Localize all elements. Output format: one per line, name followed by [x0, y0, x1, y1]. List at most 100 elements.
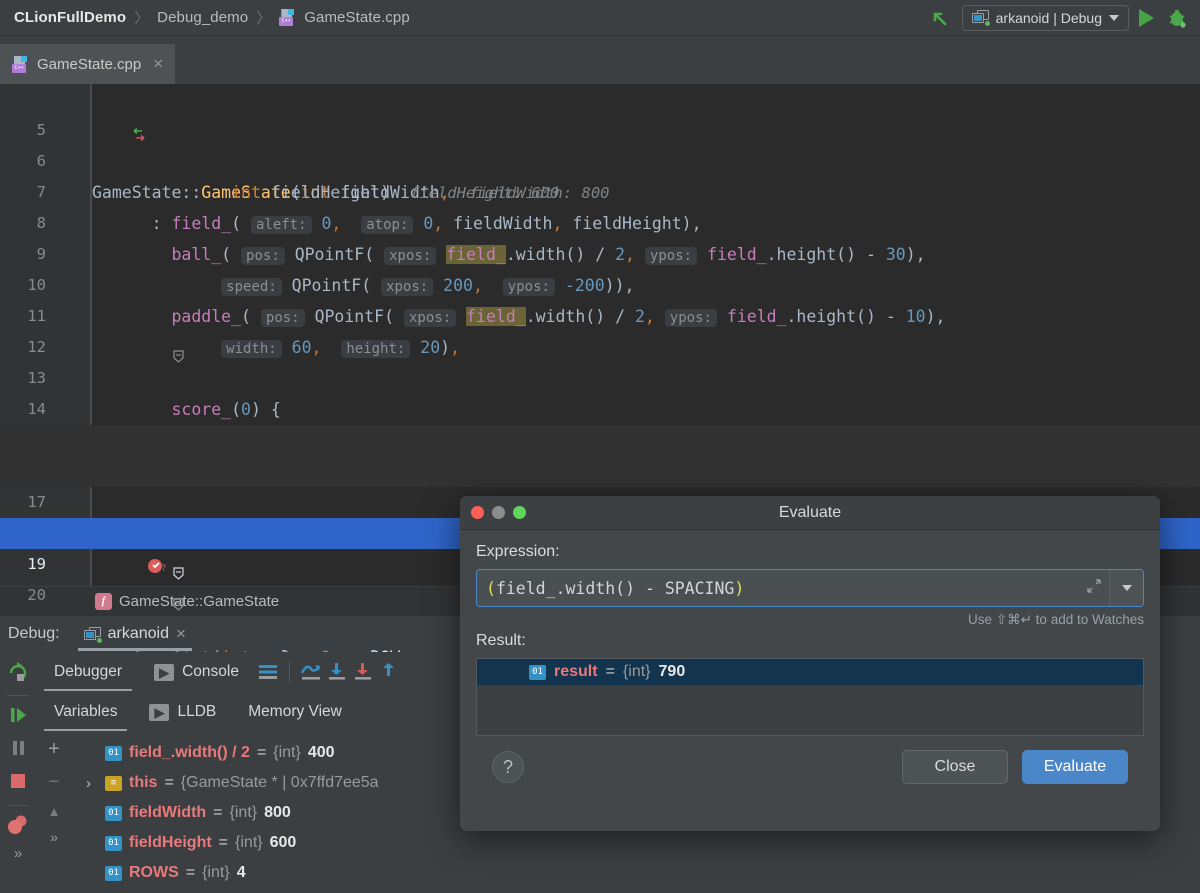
result-pane[interactable]: 01 result = {int} 790 [476, 658, 1144, 736]
tab-variables[interactable]: Variables [38, 693, 133, 731]
step-out-icon[interactable] [376, 659, 402, 685]
run-configuration-selector[interactable]: arkanoid | Debug [962, 5, 1129, 31]
tab-memory-view[interactable]: Memory View [232, 693, 358, 731]
rerun-icon[interactable] [5, 658, 31, 689]
object-variable-icon: ≡ [105, 776, 122, 791]
help-button[interactable]: ? [492, 751, 524, 783]
expression-value[interactable]: (field_.width() - SPACING) [477, 579, 1079, 598]
int-variable-icon: 01 [529, 665, 546, 680]
cpp-file-icon: C++ [279, 9, 296, 26]
top-toolbar: CLionFullDemo 〉 Debug_demo 〉 C++ GameSta… [0, 0, 1200, 36]
code-line: 8 ball_( pos: QPointF( xpos: field_.widt… [0, 177, 1200, 208]
variable-type: {int} [235, 834, 263, 852]
expand-editor-icon[interactable] [1079, 578, 1109, 598]
fold-marker-icon[interactable] [74, 559, 85, 570]
step-into-icon[interactable] [324, 659, 350, 685]
code-line: 15 int SPACING = 10; SPACING: 10 [0, 394, 1200, 425]
close-icon[interactable]: × [153, 54, 163, 74]
breakpoint-icon[interactable]: ? [48, 524, 68, 544]
variable-type: {int} [202, 864, 230, 882]
stop-icon[interactable] [5, 768, 31, 799]
tab-lldb[interactable]: ▶ LLDB [133, 693, 232, 731]
move-up-button[interactable]: ▲ [48, 804, 61, 819]
breadcrumb-separator-icon: 〉 [256, 7, 271, 28]
breadcrumb-project[interactable]: CLionFullDemo [14, 9, 126, 26]
variable-value: 400 [308, 744, 335, 762]
code-line: 13 [0, 332, 1200, 363]
fold-marker-icon[interactable] [74, 311, 85, 322]
evaluate-dialog[interactable]: Evaluate Expression: (field_.width() - S… [460, 496, 1160, 831]
code-line: 14 int ROWS = 4, COLS = 5; ROWS: 4 COLS:… [0, 363, 1200, 394]
variable-value: 4 [237, 864, 246, 882]
int-variable-icon: 01 [105, 866, 122, 881]
chevron-down-icon [1122, 585, 1132, 591]
evaluate-button[interactable]: Evaluate [1022, 750, 1128, 784]
close-button[interactable]: Close [902, 750, 1008, 784]
code-line: 7 : field_( aleft: 0, atop: 0, fieldWidt… [0, 146, 1200, 177]
config-window-icon [972, 10, 989, 25]
breadcrumb-folder[interactable]: Debug_demo [157, 9, 248, 26]
maximize-window-button[interactable] [513, 506, 526, 519]
dialog-title: Evaluate [460, 504, 1160, 522]
int-variable-icon: 01 [105, 806, 122, 821]
result-row[interactable]: 01 result = {int} 790 [477, 659, 1143, 685]
result-value: 790 [659, 663, 686, 681]
intention-bulb-icon[interactable] [52, 431, 70, 449]
close-icon[interactable]: × [176, 624, 186, 644]
tab-console[interactable]: ▶ Console [138, 653, 255, 691]
hammer-arrow-icon[interactable] [926, 5, 952, 31]
code-line: 5 GameState::GameState(int fieldWidth, f… [0, 84, 1200, 115]
variable-name: fieldHeight [129, 834, 212, 852]
watches-hint: Use ⇧⌘↵ to add to Watches [476, 612, 1144, 628]
traffic-lights [471, 506, 526, 519]
editor-tab-gamestate[interactable]: C++ GameState.cpp × [0, 44, 175, 84]
debug-bug-icon[interactable] [1164, 5, 1190, 31]
variable-type: {GameState * | 0x7ffd7ee5a [181, 774, 379, 792]
dialog-title-bar: Evaluate [460, 496, 1160, 530]
variable-value: 800 [264, 804, 291, 822]
variable-value: 600 [270, 834, 297, 852]
more-icon[interactable]: » [50, 829, 58, 845]
expression-input[interactable]: (field_.width() - SPACING) [476, 569, 1144, 607]
close-window-button[interactable] [471, 506, 484, 519]
toolbar-actions: arkanoid | Debug [926, 5, 1190, 31]
chevron-down-icon[interactable] [1109, 15, 1119, 21]
breakpoints-icon[interactable] [5, 812, 31, 843]
table-row[interactable]: 01 fieldHeight = {int} 600 [72, 828, 1200, 858]
tab-debugger-label: Debugger [54, 663, 122, 680]
int-variable-icon: 01 [105, 836, 122, 851]
pause-icon[interactable] [5, 735, 31, 766]
frames-icon[interactable] [255, 659, 281, 685]
force-step-into-icon[interactable] [350, 659, 376, 685]
breadcrumb-file[interactable]: GameState.cpp [304, 9, 410, 26]
breadcrumb: CLionFullDemo 〉 Debug_demo 〉 C++ GameSta… [14, 7, 926, 28]
tab-memory-view-label: Memory View [248, 703, 342, 720]
debug-session-tab[interactable]: arkanoid × [74, 617, 196, 651]
console-icon: ▶ [149, 704, 169, 721]
fold-marker-icon[interactable] [74, 528, 85, 539]
table-row[interactable]: 01 ROWS = {int} 4 [72, 858, 1200, 888]
run-icon[interactable] [1139, 9, 1154, 27]
resume-icon[interactable] [5, 702, 31, 733]
console-icon: ▶ [154, 664, 174, 681]
dialog-body: Expression: (field_.width() - SPACING) U… [460, 530, 1160, 784]
add-watch-button[interactable]: + [48, 738, 60, 761]
expression-label: Expression: [476, 543, 1144, 561]
minimize-window-button[interactable] [492, 506, 505, 519]
tab-debugger[interactable]: Debugger [38, 653, 138, 691]
expand-chevron-icon[interactable]: › [86, 775, 98, 792]
remove-watch-button[interactable]: − [48, 771, 60, 794]
code-line: 17 COLS - SPACING, BRICK_HEIGHT = 30; BR… [0, 456, 1200, 487]
breadcrumb-separator-icon: 〉 [134, 7, 149, 28]
variable-name: field_.width() / 2 [129, 744, 250, 762]
clion-window: CLionFullDemo 〉 Debug_demo 〉 C++ GameSta… [0, 0, 1200, 893]
variable-type: {int} [230, 804, 258, 822]
result-name: result [554, 663, 598, 681]
step-over-icon[interactable] [298, 659, 324, 685]
code-line: 11 width: 60, height: 20), [0, 270, 1200, 301]
more-icon[interactable]: » [14, 845, 22, 862]
code-line: 10 paddle_( pos: QPointF( xpos: field_.w… [0, 239, 1200, 270]
code-line: 6 int fieldHeight) fieldHeight: 600 [0, 115, 1200, 146]
tab-console-label: Console [182, 653, 239, 691]
expression-history-dropdown[interactable] [1109, 570, 1143, 606]
